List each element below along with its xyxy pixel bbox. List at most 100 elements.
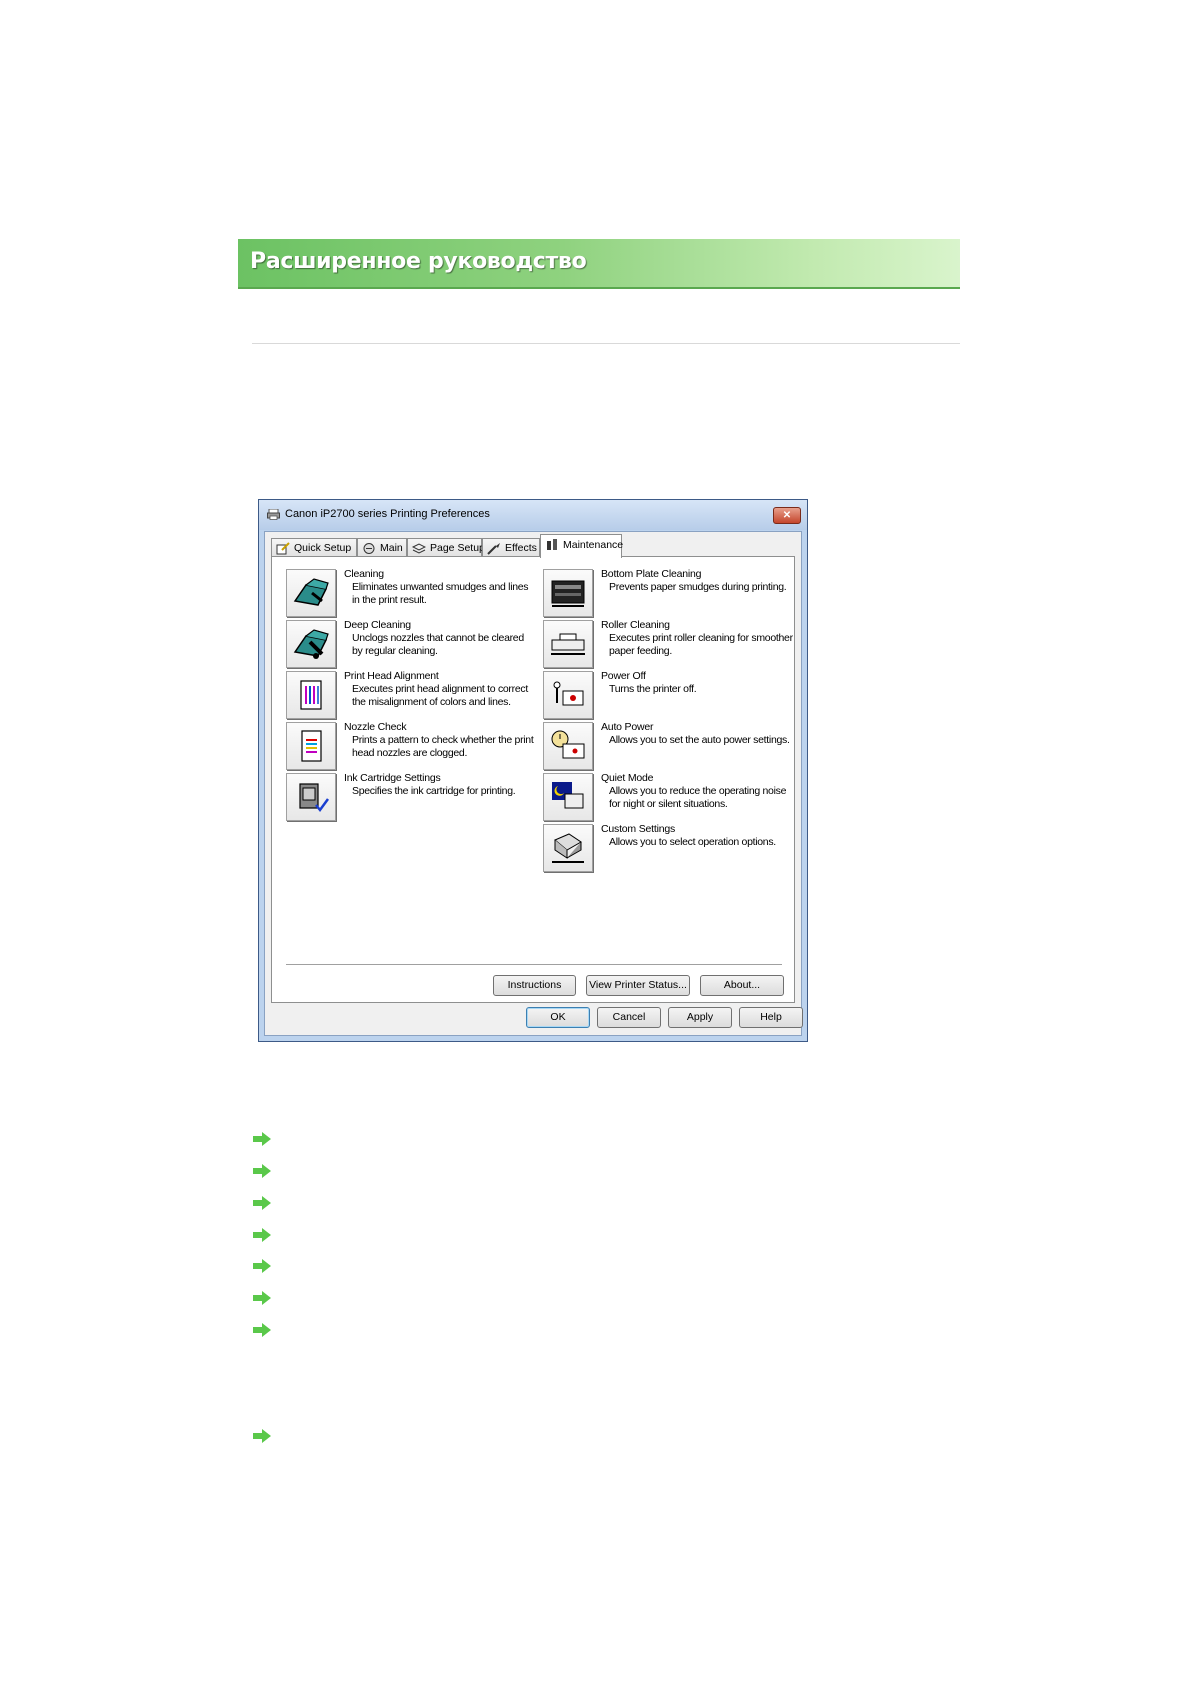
custom-settings-button[interactable] — [543, 824, 593, 872]
about-button[interactable]: About... — [700, 975, 784, 996]
power-off-icon — [553, 681, 584, 706]
item-name: Bottom Plate Cleaning — [601, 568, 702, 580]
item-name: Print Head Alignment — [344, 670, 439, 682]
bottom-plate-cleaning-item: Bottom Plate Cleaning Prevents paper smu… — [543, 568, 793, 621]
page-setup-icon — [412, 543, 426, 554]
print-head-alignment-button[interactable] — [286, 671, 336, 719]
arrow-right-icon — [253, 1196, 271, 1210]
cleaning-icon — [293, 578, 329, 606]
deep-cleaning-button[interactable] — [286, 620, 336, 668]
ok-button[interactable]: OK — [526, 1007, 590, 1028]
ink-cartridge-settings-button[interactable] — [286, 773, 336, 821]
print-head-alignment-item: Print Head Alignment Executes print head… — [286, 670, 536, 723]
dialog-client-area: Quick Setup Main Page Setup Effects Main… — [264, 531, 803, 1036]
auto-power-button[interactable] — [543, 722, 593, 770]
custom-settings-item: Custom Settings Allows you to select ope… — [543, 823, 793, 876]
apply-button[interactable]: Apply — [668, 1007, 732, 1028]
cleaning-button[interactable] — [286, 569, 336, 617]
item-description: Unclogs nozzles that cannot be cleared b… — [352, 632, 524, 657]
item-name: Custom Settings — [601, 823, 676, 835]
bottom-plate-icon — [551, 580, 585, 607]
link-arrow-7[interactable] — [252, 1323, 272, 1337]
item-name: Nozzle Check — [344, 721, 407, 733]
quiet-mode-icon — [552, 782, 584, 809]
link-arrow-2[interactable] — [252, 1164, 272, 1178]
item-description: Allows you to select operation options. — [609, 836, 776, 848]
instructions-button[interactable]: Instructions — [493, 975, 576, 996]
view-printer-status-button[interactable]: View Printer Status... — [586, 975, 690, 996]
tab-quick-setup[interactable]: Quick Setup — [271, 538, 357, 557]
roller-cleaning-item: Roller Cleaning Executes print roller cl… — [543, 619, 793, 672]
item-description: Specifies the ink cartridge for printing… — [352, 785, 516, 797]
quiet-mode-item: Quiet Mode Allows you to reduce the oper… — [543, 772, 793, 825]
link-arrow-3[interactable] — [252, 1196, 272, 1210]
item-name: Auto Power — [601, 721, 654, 733]
item-description: Allows you to reduce the operating noise… — [609, 785, 787, 810]
item-description: Allows you to set the auto power setting… — [609, 734, 790, 746]
quiet-mode-button[interactable] — [543, 773, 593, 821]
tab-label: Effects — [505, 542, 537, 554]
tab-page-setup[interactable]: Page Setup — [407, 538, 485, 557]
item-description: Executes print head alignment to correct… — [352, 683, 528, 708]
arrow-right-icon — [253, 1164, 271, 1178]
custom-settings-icon — [552, 833, 584, 863]
tab-label: Main — [380, 542, 403, 554]
item-name: Deep Cleaning — [344, 619, 411, 631]
roller-cleaning-icon — [551, 633, 585, 655]
effects-icon — [487, 543, 500, 555]
item-description: Executes print roller cleaning for smoot… — [609, 632, 793, 657]
arrow-right-icon — [253, 1291, 271, 1305]
arrow-right-icon — [253, 1132, 271, 1146]
print-head-alignment-icon — [300, 680, 322, 710]
printer-icon — [267, 509, 280, 520]
item-description: Prevents paper smudges during printing. — [609, 581, 787, 593]
link-arrow-8[interactable] — [252, 1429, 272, 1443]
item-description: Turns the printer off. — [609, 683, 697, 695]
item-description: Eliminates unwanted smudges and lines in… — [352, 581, 529, 606]
header-banner: Расширенное руководство — [238, 239, 960, 289]
maintenance-panel: Cleaning Eliminates unwanted smudges and… — [271, 556, 795, 1003]
ink-cartridge-icon — [299, 783, 330, 813]
arrow-right-icon — [253, 1259, 271, 1273]
dialog-title: Canon iP2700 series Printing Preferences — [285, 508, 490, 520]
item-description: Prints a pattern to check whether the pr… — [352, 734, 534, 759]
link-arrow-1[interactable] — [252, 1132, 272, 1146]
item-name: Roller Cleaning — [601, 619, 670, 631]
tab-main[interactable]: Main — [357, 538, 407, 557]
roller-cleaning-button[interactable] — [543, 620, 593, 668]
panel-separator — [286, 964, 782, 965]
tab-label: Maintenance — [563, 539, 624, 551]
ink-cartridge-settings-item: Ink Cartridge Settings Specifies the ink… — [286, 772, 536, 825]
link-arrow-5[interactable] — [252, 1259, 272, 1273]
maintenance-icon — [547, 539, 557, 550]
main-icon — [363, 543, 375, 554]
power-off-button[interactable] — [543, 671, 593, 719]
quick-setup-icon — [276, 542, 290, 555]
banner-title: Расширенное руководство — [250, 249, 587, 274]
nozzle-check-button[interactable] — [286, 722, 336, 770]
item-name: Quiet Mode — [601, 772, 654, 784]
tab-maintenance[interactable]: Maintenance — [540, 534, 624, 558]
close-button[interactable]: ✕ — [773, 507, 801, 524]
bottom-plate-cleaning-button[interactable] — [543, 569, 593, 617]
tab-label: Quick Setup — [294, 542, 352, 554]
divider — [252, 343, 960, 344]
item-name: Ink Cartridge Settings — [344, 772, 441, 784]
arrow-right-icon — [253, 1429, 271, 1443]
nozzle-check-item: Nozzle Check Prints a pattern to check w… — [286, 721, 536, 774]
deep-cleaning-icon — [293, 629, 329, 659]
deep-cleaning-item: Deep Cleaning Unclogs nozzles that canno… — [286, 619, 536, 672]
help-button[interactable]: Help — [739, 1007, 803, 1028]
power-off-item: Power Off Turns the printer off. — [543, 670, 793, 723]
tab-effects[interactable]: Effects — [482, 538, 540, 557]
link-arrow-4[interactable] — [252, 1228, 272, 1242]
nozzle-check-icon — [301, 730, 322, 762]
dialog-titlebar: Canon iP2700 series Printing Preferences… — [259, 500, 807, 530]
item-name: Cleaning — [344, 568, 384, 580]
tab-label: Page Setup — [430, 542, 485, 554]
link-arrow-6[interactable] — [252, 1291, 272, 1305]
arrow-right-icon — [253, 1323, 271, 1337]
auto-power-icon — [551, 730, 585, 759]
arrow-right-icon — [253, 1228, 271, 1242]
cancel-button[interactable]: Cancel — [597, 1007, 661, 1028]
